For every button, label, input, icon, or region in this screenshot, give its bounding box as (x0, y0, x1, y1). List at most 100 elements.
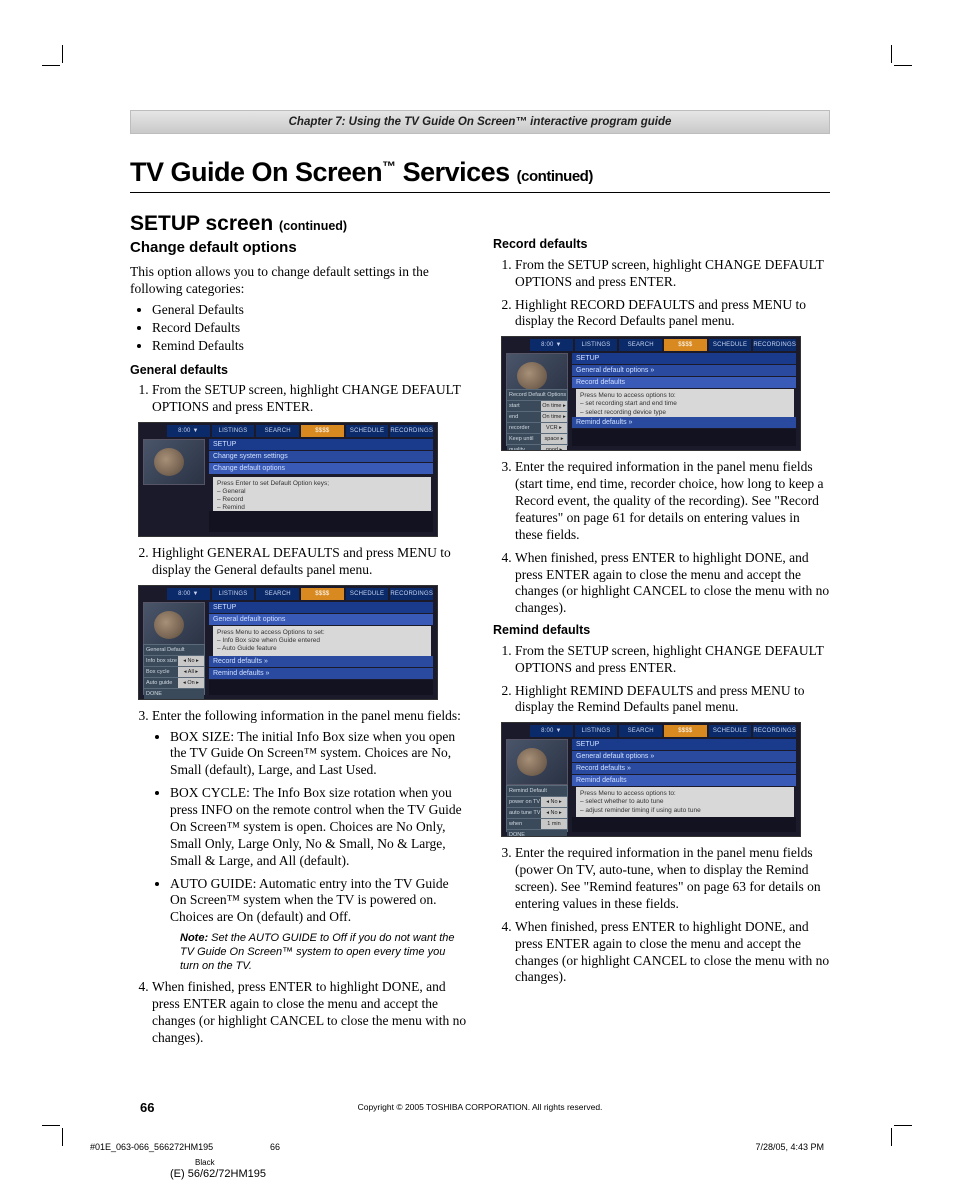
side-label: Auto guide (144, 678, 178, 688)
side-label: recorder (507, 423, 541, 433)
list-item: Record Defaults (152, 320, 467, 337)
tab: SEARCH (256, 425, 299, 437)
ui-screenshot-general-defaults: 8:00 ▼ LISTINGS SEARCH $$$$ SCHEDULE REC… (138, 585, 438, 700)
side-value: ◂ All ▸ (178, 667, 204, 677)
copyright: Copyright © 2005 TOSHIBA CORPORATION. Al… (130, 1102, 830, 1113)
page-content: Chapter 7: Using the TV Guide On Screen™… (130, 110, 830, 1053)
step: Highlight GENERAL DEFAULTS and press MEN… (152, 545, 467, 579)
preview-thumbnail (143, 439, 205, 485)
panel-bar: SETUP (209, 602, 433, 613)
side-value: VCR ▸ (541, 423, 567, 433)
tab-selected: $$$$ (301, 425, 344, 437)
setup-continued: (continued) (279, 219, 347, 233)
side-label: DONE (507, 830, 567, 837)
tab: SCHEDULE (346, 588, 389, 600)
note: Note: Set the AUTO GUIDE to Off if you d… (180, 932, 467, 973)
two-column-layout: SETUP screen (continued) Change default … (130, 211, 830, 1053)
tab-selected: $$$$ (664, 339, 707, 351)
sub-item: AUTO GUIDE: Automatic entry into the TV … (170, 876, 467, 927)
general-steps: Enter the following information in the p… (130, 708, 467, 1047)
crop-mark (891, 45, 892, 63)
title-continued: (continued) (517, 168, 593, 185)
general-steps: Highlight GENERAL DEFAULTS and press MEN… (130, 545, 467, 579)
side-label: General Default Options (144, 645, 204, 655)
panel-bar: Record defaults (572, 377, 796, 388)
screenshot-body (209, 680, 433, 695)
step: Enter the following information in the p… (152, 708, 467, 974)
tab: SEARCH (619, 339, 662, 351)
side-value: good ▸ (541, 445, 567, 451)
crop-mark (891, 1128, 892, 1146)
side-label: Remind Default Options (507, 786, 567, 796)
setup-heading: SETUP screen (continued) (130, 211, 467, 237)
screenshot-body (209, 511, 433, 532)
ui-screenshot-remind-defaults: 8:00 ▼ LISTINGS SEARCH $$$$ SCHEDULE REC… (501, 722, 801, 837)
list-item: Remind Defaults (152, 338, 467, 355)
tab: RECORDINGS (390, 588, 433, 600)
left-column: SETUP screen (continued) Change default … (130, 211, 467, 1053)
tab: 8:00 ▼ (167, 588, 210, 600)
footer-black: Black (195, 1158, 215, 1168)
screenshot-tabs: 8:00 ▼ LISTINGS SEARCH $$$$ SCHEDULE REC… (530, 725, 796, 737)
panel-bar: General default options (209, 614, 433, 625)
panel-bar: Remind defaults » (209, 668, 433, 679)
remind-steps: From the SETUP screen, highlight CHANGE … (493, 643, 830, 717)
chapter-header: Chapter 7: Using the TV Guide On Screen™… (130, 110, 830, 134)
tab: SCHEDULE (709, 339, 752, 351)
preview-thumbnail (506, 739, 568, 785)
intro-paragraph: This option allows you to change default… (130, 264, 467, 298)
right-column: Record defaults From the SETUP screen, h… (493, 211, 830, 1053)
side-value: ◂ No ▸ (541, 797, 567, 807)
ui-screenshot-change-default: 8:00 ▼ LISTINGS SEARCH $$$$ SCHEDULE REC… (138, 422, 438, 537)
step: From the SETUP screen, highlight CHANGE … (515, 643, 830, 677)
panel-bar: Change system settings (209, 451, 433, 462)
setup-label: SETUP screen (130, 212, 273, 235)
list-item: General Defaults (152, 302, 467, 319)
tab: 8:00 ▼ (530, 339, 573, 351)
ui-screenshot-record-defaults: 8:00 ▼ LISTINGS SEARCH $$$$ SCHEDULE REC… (501, 336, 801, 451)
side-value: ◂ On ▸ (178, 678, 204, 688)
crop-mark (62, 1128, 63, 1146)
side-panel: Remind Default Options power on TV◂ No ▸… (506, 785, 568, 832)
footer-model: (E) 56/62/72HM195 (170, 1168, 266, 1182)
panel-bar: Change default options (209, 463, 433, 474)
tab: RECORDINGS (753, 725, 796, 737)
hint-text: Press Enter to set Default Option keys; … (213, 477, 431, 516)
tab: LISTINGS (575, 339, 618, 351)
panel-bar: Remind defaults » (572, 417, 796, 428)
crop-mark (62, 45, 63, 63)
tab: SEARCH (619, 725, 662, 737)
side-label: Box cycle (144, 667, 178, 677)
step: Enter the required information in the pa… (515, 459, 830, 543)
tab: SEARCH (256, 588, 299, 600)
panel-bar: General default options » (572, 365, 796, 376)
footer-timestamp: 7/28/05, 4:43 PM (755, 1142, 824, 1153)
tab: SCHEDULE (709, 725, 752, 737)
crop-mark (42, 65, 60, 66)
panel-bar: Record defaults » (572, 763, 796, 774)
tab: SCHEDULE (346, 425, 389, 437)
category-list: General Defaults Record Defaults Remind … (130, 302, 467, 355)
change-default-heading: Change default options (130, 239, 467, 258)
screenshot-body (572, 817, 796, 832)
crop-mark (894, 65, 912, 66)
side-value: ◂ No ▸ (541, 808, 567, 818)
side-value: 1 min early ▸ (541, 819, 567, 829)
remind-steps: Enter the required information in the pa… (493, 845, 830, 986)
step: When finished, press ENTER to highlight … (152, 979, 467, 1047)
step: Highlight RECORD DEFAULTS and press MENU… (515, 297, 830, 331)
sub-item: BOX SIZE: The initial Info Box size when… (170, 729, 467, 780)
tab: LISTINGS (212, 425, 255, 437)
side-label: start (507, 401, 541, 411)
step: From the SETUP screen, highlight CHANGE … (515, 257, 830, 291)
panel-bar: SETUP (209, 439, 433, 450)
tab: 8:00 ▼ (530, 725, 573, 737)
footer-code-left: #01E_063-066_566272HM195 (90, 1142, 213, 1153)
hint-text: Press Menu to access options to: – selec… (576, 787, 794, 817)
step: From the SETUP screen, highlight CHANGE … (152, 382, 467, 416)
side-label: Keep until (507, 434, 541, 444)
step: Highlight REMIND DEFAULTS and press MENU… (515, 683, 830, 717)
side-panel: Record Default Options startOn time ▸ en… (506, 389, 568, 446)
note-label: Note: (180, 932, 208, 944)
step: When finished, press ENTER to highlight … (515, 550, 830, 618)
